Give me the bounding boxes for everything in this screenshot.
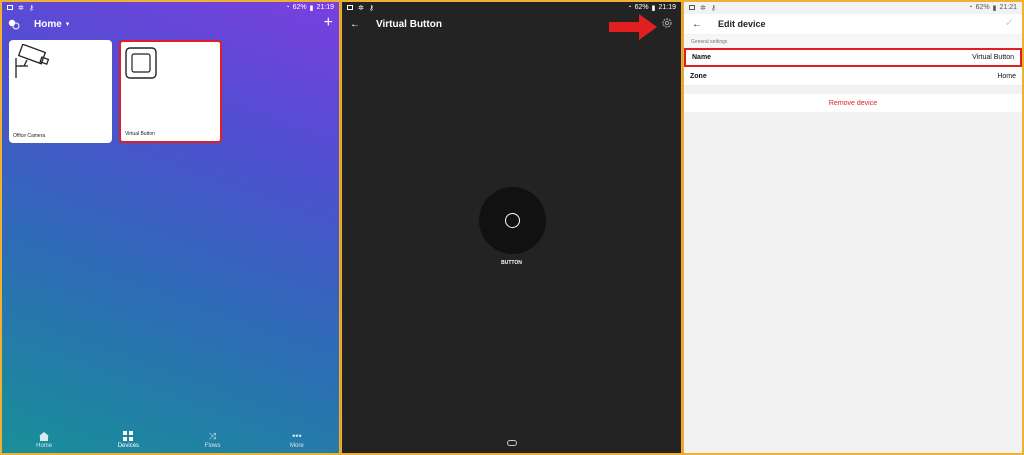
grid-icon: [123, 431, 134, 441]
device-label: Office Camera: [13, 133, 46, 139]
page-title: Virtual Button: [376, 18, 442, 30]
settings-notification-icon: ✲: [700, 4, 706, 12]
status-bar: ✲ ⚷ ◔ 62% ▮ 21:21: [684, 2, 1022, 13]
back-arrow-icon[interactable]: ←: [692, 19, 702, 30]
battery-level: 62%: [634, 4, 649, 11]
clock: 21:19: [658, 4, 676, 11]
plus-icon[interactable]: +: [324, 14, 333, 32]
battery-level: 62%: [292, 4, 307, 11]
chat-icon[interactable]: [8, 19, 20, 30]
gear-icon[interactable]: [661, 17, 673, 29]
flows-icon: ⤨: [209, 430, 217, 441]
virtual-button[interactable]: [479, 187, 546, 254]
check-icon[interactable]: ✓: [1005, 16, 1014, 29]
bottom-navigation: Home Devices ⤨ Flows ••• More: [2, 427, 339, 453]
image-notification-icon: [347, 5, 353, 10]
button-ring-icon: [505, 213, 520, 228]
nav-home[interactable]: Home: [2, 427, 86, 453]
battery-icon: ▮: [309, 4, 314, 12]
key-notification-icon: ⚷: [710, 4, 717, 12]
section-header: General settings: [684, 35, 1022, 48]
nav-label: Devices: [117, 443, 140, 449]
row-value: Virtual Button: [972, 54, 1014, 61]
chevron-down-icon[interactable]: ▾: [66, 20, 70, 28]
more-icon: •••: [292, 431, 302, 441]
settings-notification-icon: ✲: [358, 4, 364, 12]
status-bar: ✲ ⚷ ◔ 62% ▮ 21:19: [2, 2, 339, 13]
nav-flows[interactable]: ⤨ Flows: [171, 427, 255, 453]
edit-device-screen: ✲ ⚷ ◔ 62% ▮ 21:21 ← Edit device ✓ General se…: [683, 0, 1024, 455]
home-selector[interactable]: Home: [34, 19, 62, 30]
drag-handle[interactable]: [507, 440, 517, 446]
device-card-virtual-button[interactable]: Virtual Button: [119, 40, 222, 143]
remove-device-button[interactable]: Remove device: [684, 94, 1022, 112]
wifi-icon: ◔: [285, 4, 290, 11]
device-label: Virtual Button: [125, 131, 155, 137]
battery-level: 62%: [975, 4, 990, 11]
image-notification-icon: [7, 5, 13, 10]
button-label: BUTTON: [501, 260, 522, 266]
camera-icon: [15, 44, 50, 78]
settings-list: General settings Name Virtual Button Zon…: [684, 35, 1022, 453]
status-bar: ✲ ⚷ ◔ 62% ▮ 21:19: [342, 2, 681, 13]
row-value: Home: [997, 72, 1016, 80]
clock: 21:19: [316, 4, 334, 11]
settings-notification-icon: ✲: [18, 4, 24, 12]
name-row[interactable]: Name Virtual Button: [684, 48, 1022, 67]
red-pointer-arrow: [609, 14, 657, 40]
battery-icon: ▮: [651, 4, 656, 12]
nav-label: Flows: [204, 442, 221, 449]
app-header: Home ▾ +: [2, 14, 339, 34]
nav-label: Home: [36, 442, 53, 449]
image-notification-icon: [689, 5, 695, 10]
devices-screen: ✲ ⚷ ◔ 62% ▮ 21:19 Home ▾ + Office Camera Vir…: [0, 0, 340, 455]
key-notification-icon: ⚷: [368, 4, 375, 12]
key-notification-icon: ⚷: [28, 4, 35, 12]
nav-more[interactable]: ••• More: [255, 427, 339, 453]
home-icon: [39, 431, 50, 441]
page-title: Edit device: [718, 19, 766, 29]
zone-row[interactable]: Zone Home: [684, 67, 1022, 86]
nav-devices[interactable]: Devices: [86, 427, 170, 453]
nav-label: More: [290, 442, 304, 449]
wifi-icon: ◔: [627, 4, 632, 11]
app-header: ← Edit device ✓: [684, 14, 1022, 34]
row-label: Zone: [690, 72, 707, 80]
device-card-office-camera[interactable]: Office Camera: [9, 40, 112, 143]
button-icon: [125, 47, 157, 79]
battery-icon: ▮: [992, 4, 997, 12]
row-label: Name: [692, 54, 712, 61]
clock: 21:21: [999, 4, 1017, 11]
back-arrow-icon[interactable]: ←: [350, 19, 360, 30]
wifi-icon: ◔: [968, 4, 973, 11]
device-detail-screen: ✲ ⚷ ◔ 62% ▮ 21:19 ← Virtual Button BUTTON: [341, 0, 682, 455]
